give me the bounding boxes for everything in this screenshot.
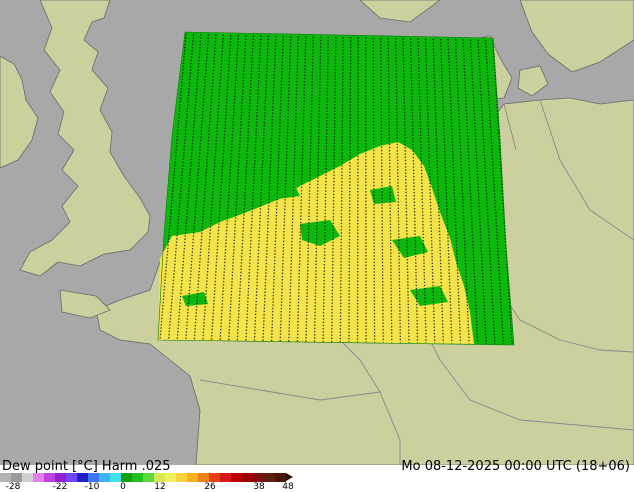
color-scale-segment (198, 473, 209, 482)
color-scale-segment (220, 473, 231, 482)
color-scale-segment (165, 473, 176, 482)
color-scale-tick-label: 48 (282, 482, 293, 492)
color-scale-segment (0, 473, 11, 482)
color-scale-segment (22, 473, 33, 482)
color-scale-tick-label: 12 (154, 482, 165, 492)
color-scale-tick-label: 26 (204, 482, 215, 492)
color-scale-tick-label: -10 (85, 482, 100, 492)
color-scale-segment (33, 473, 44, 482)
color-scale-segment (143, 473, 154, 482)
color-scale-bar (0, 473, 286, 482)
color-scale-segment (88, 473, 99, 482)
color-scale-segment (264, 473, 275, 482)
color-scale-arrow (286, 473, 293, 481)
color-scale-segment (110, 473, 121, 482)
color-scale-segment (187, 473, 198, 482)
color-scale-segment (253, 473, 264, 482)
valid-time: Mo 08-12-2025 00:00 UTC (18+06) (401, 459, 630, 474)
color-scale-tick-label: -28 (6, 482, 21, 492)
color-scale-tick-label: 0 (120, 482, 126, 492)
dew-point-map (0, 0, 634, 465)
color-scale-segment (242, 473, 253, 482)
color-scale-segment (132, 473, 143, 482)
color-scale-segment (121, 473, 132, 482)
color-scale-tick-label: 38 (253, 482, 264, 492)
color-scale-segment (176, 473, 187, 482)
map-title: Dew point [°C] Harm .025 (2, 459, 171, 474)
color-scale-segment (209, 473, 220, 482)
color-scale-segment (231, 473, 242, 482)
color-scale-tick-label: -22 (53, 482, 68, 492)
color-scale-segment (275, 473, 286, 482)
color-scale-segment (44, 473, 55, 482)
color-scale-segment (11, 473, 22, 482)
color-scale-segment (77, 473, 88, 482)
color-scale-segment (99, 473, 110, 482)
color-scale-segment (66, 473, 77, 482)
color-scale-segment (55, 473, 66, 482)
domain-overlay (158, 32, 514, 345)
color-scale-segment (154, 473, 165, 482)
